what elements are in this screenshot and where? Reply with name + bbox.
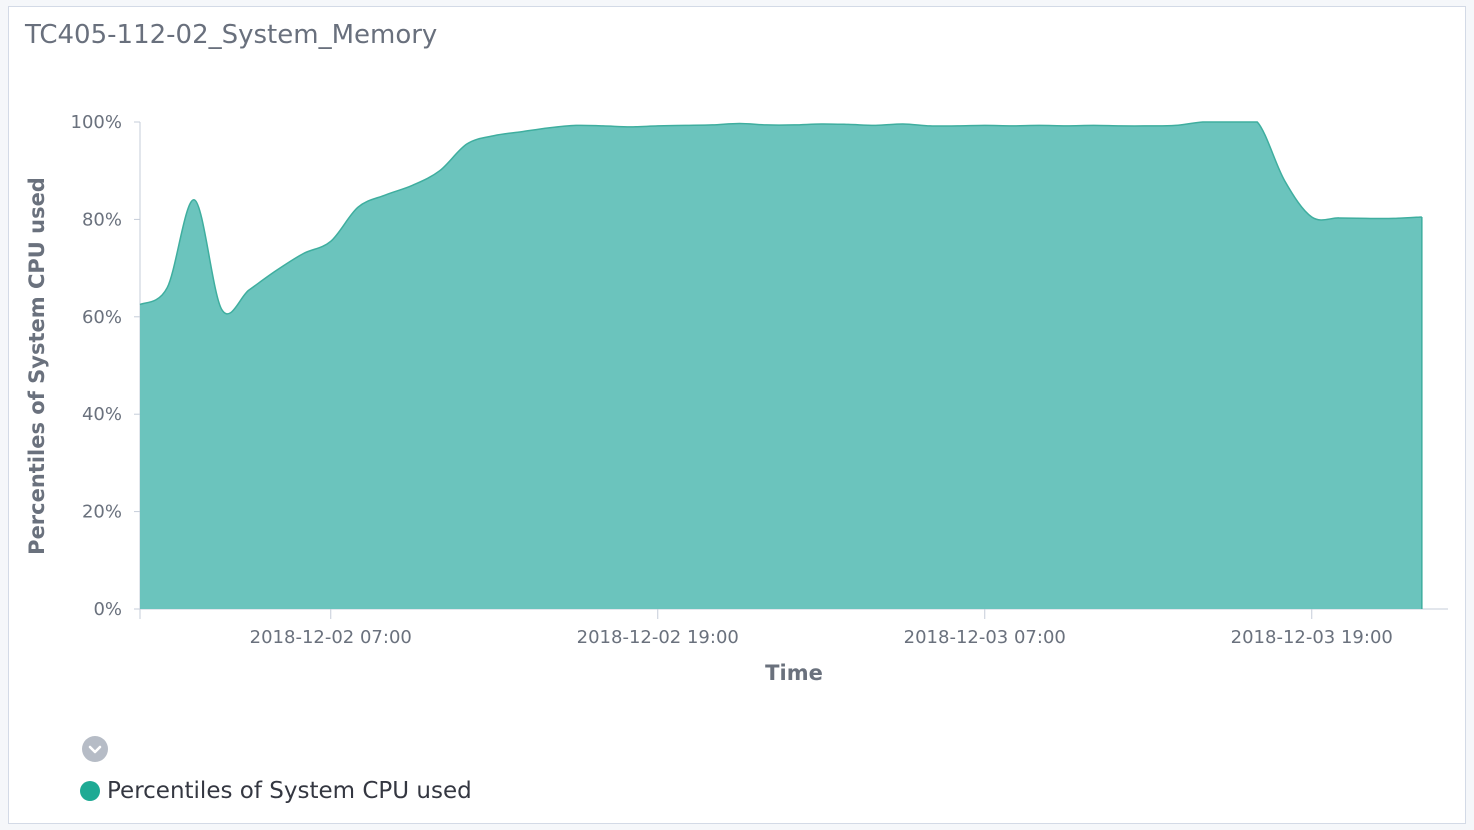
legend-toggle-button[interactable] [82, 736, 108, 762]
x-tick-label: 2018-12-03 07:00 [904, 627, 1066, 648]
legend-label: Percentiles of System CPU used [107, 778, 472, 804]
y-tick-label: 60% [82, 307, 122, 328]
y-tick-label: 100% [71, 112, 122, 133]
y-axis: 0% 20% 40% 60% 80% 100% [71, 112, 141, 620]
y-tick-label: 40% [82, 404, 122, 425]
y-tick-label: 0% [93, 599, 122, 620]
x-axis: 2018-12-02 07:00 2018-12-02 19:00 2018-12-… [139, 608, 1448, 648]
y-axis-title: Percentiles of System CPU used [25, 177, 49, 555]
legend-item[interactable]: Percentiles of System CPU used [80, 778, 472, 804]
x-axis-title: Time [765, 661, 823, 685]
area-chart: 0%20%40%60%80%100% 2018-12-02 07:00 2018-… [25, 112, 1448, 685]
x-tick-label: 2018-12-03 19:00 [1231, 627, 1393, 648]
y-tick-label: 20% [82, 502, 122, 523]
x-tick-label: 2018-12-02 19:00 [577, 627, 739, 648]
chevron-down-icon [88, 745, 102, 754]
series-area[interactable] [140, 122, 1422, 609]
x-tick-label: 2018-12-02 07:00 [250, 627, 412, 648]
legend-color-dot [80, 781, 100, 801]
series-layer[interactable] [136, 118, 1425, 609]
y-tick-label: 80% [82, 209, 122, 230]
